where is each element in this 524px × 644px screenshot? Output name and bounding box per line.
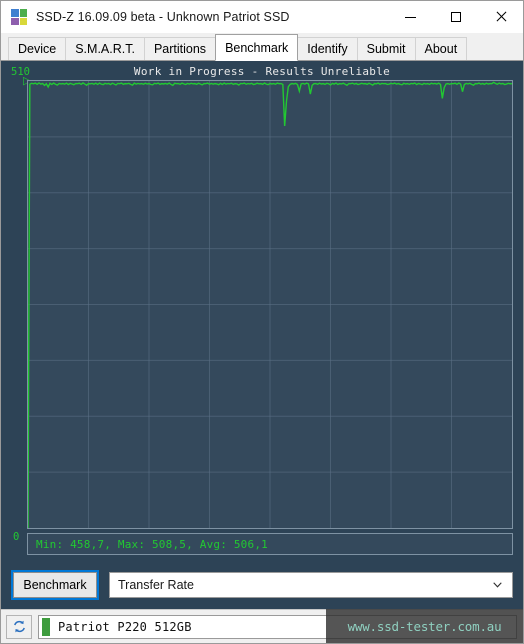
current-value-marker-icon	[19, 76, 31, 89]
tab-identify[interactable]: Identify	[297, 37, 358, 60]
app-tiles-icon	[11, 9, 27, 25]
close-icon	[495, 11, 507, 23]
refresh-icon	[13, 620, 25, 633]
benchmark-mode-select[interactable]: Transfer Rate	[109, 572, 513, 598]
refresh-button[interactable]	[6, 614, 32, 639]
chevron-down-icon	[493, 582, 502, 588]
maximize-icon	[450, 12, 461, 22]
benchmark-controls: Benchmark Transfer Rate	[11, 570, 513, 600]
status-bar: Patriot P220 512GB www.ssd-tester.com.au	[1, 609, 523, 643]
tab-about[interactable]: About	[414, 37, 468, 60]
window-title: SSD-Z 16.09.09 beta - Unknown Patriot SS…	[36, 10, 290, 24]
close-button[interactable]	[478, 1, 523, 33]
tab-strip: Device S.M.A.R.T. Partitions Benchmark I…	[1, 33, 523, 61]
benchmark-panel: Work in Progress - Results Unreliable 51…	[1, 60, 523, 609]
benchmark-stats-bar: Min: 458,7, Max: 508,5, Avg: 506,1	[27, 533, 513, 555]
tab-benchmark[interactable]: Benchmark	[215, 34, 299, 61]
ssd-z-window: SSD-Z 16.09.09 beta - Unknown Patriot SS…	[0, 0, 524, 644]
minimize-icon	[405, 16, 416, 18]
y-axis-min-label: 0	[13, 531, 20, 543]
maximize-button[interactable]	[433, 1, 478, 33]
tab-submit[interactable]: Submit	[356, 37, 416, 60]
tab-smart[interactable]: S.M.A.R.T.	[65, 37, 145, 60]
benchmark-mode-value: Transfer Rate	[118, 578, 194, 592]
benchmark-run-button[interactable]: Benchmark	[11, 570, 99, 600]
transfer-rate-plot	[27, 80, 513, 529]
drive-name-field[interactable]: Patriot P220 512GB	[38, 614, 517, 639]
drive-health-indicator	[42, 617, 50, 636]
benchmark-stats-text: Min: 458,7, Max: 508,5, Avg: 506,1	[36, 537, 268, 551]
tab-device[interactable]: Device	[8, 37, 67, 60]
tab-partitions[interactable]: Partitions	[143, 37, 217, 60]
minimize-button[interactable]	[388, 1, 433, 33]
graph-host: Work in Progress - Results Unreliable 51…	[11, 65, 513, 561]
benchmark-warning-title: Work in Progress - Results Unreliable	[133, 65, 391, 78]
chart-svg	[28, 81, 512, 528]
drive-name-text: Patriot P220 512GB	[58, 619, 192, 634]
window-controls	[388, 1, 523, 33]
title-bar: SSD-Z 16.09.09 beta - Unknown Patriot SS…	[1, 1, 523, 33]
